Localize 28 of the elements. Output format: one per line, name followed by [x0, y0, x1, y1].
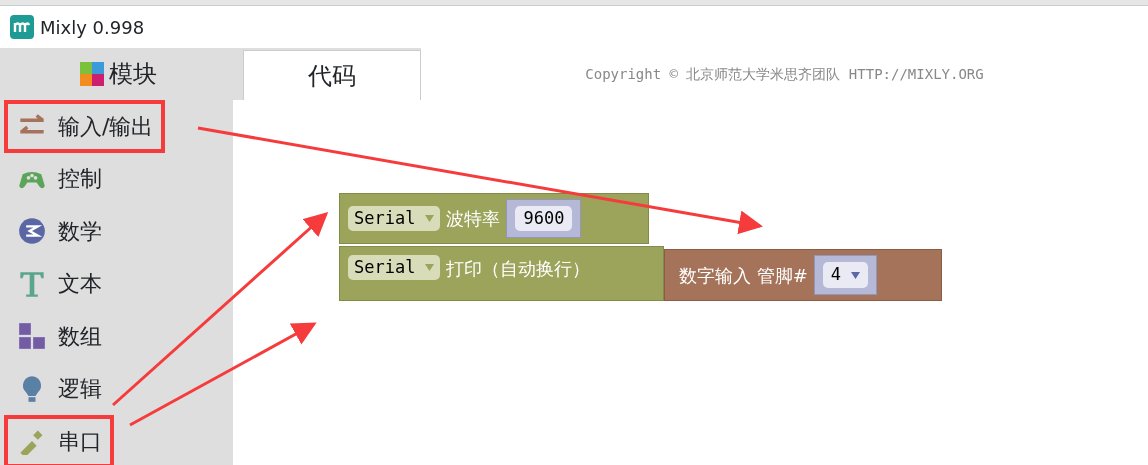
code-block[interactable]: 数字输入 管脚# 4: [664, 249, 942, 301]
block-label: 打印（自动换行）: [446, 257, 591, 281]
category-item[interactable]: 串口: [4, 415, 114, 465]
number-field[interactable]: 9600: [515, 205, 573, 232]
category-item[interactable]: 文本: [4, 257, 114, 310]
block-label: 波特率: [446, 207, 501, 231]
sidebar-header: 模块: [108, 59, 157, 90]
window-title: Mixly 0.998: [40, 15, 145, 40]
category-item[interactable]: 控制: [4, 152, 114, 205]
text-t-icon: [18, 269, 46, 298]
category-item[interactable]: 输入/输出: [4, 100, 166, 153]
dropdown-arrow-icon: [425, 264, 435, 271]
port-dropdown[interactable]: Serial: [348, 255, 441, 280]
block-label: 数字输入 管脚#: [679, 263, 808, 288]
dropdown-arrow-icon: [425, 215, 435, 222]
code-tab[interactable]: 代码: [243, 50, 421, 100]
app-logo-icon: [10, 15, 34, 39]
code-block[interactable]: Serial 波特率 9600: [339, 193, 649, 244]
blocks-icon: [18, 322, 46, 351]
category-item[interactable]: 数学: [4, 205, 114, 258]
code-block[interactable]: Serial 打印（自动换行）: [339, 246, 664, 301]
copyright-text: Copyright © 北京师范大学米思齐团队 HTTP://MIXLY.ORG: [421, 48, 1148, 100]
pin-dropdown[interactable]: 4: [822, 262, 869, 288]
math-circle-icon: [18, 217, 46, 246]
dropdown-arrow-icon: [851, 271, 861, 279]
port-dropdown[interactable]: Serial: [348, 206, 441, 231]
category-item[interactable]: 逻辑: [4, 362, 114, 415]
category-item[interactable]: 数组: [4, 310, 114, 363]
